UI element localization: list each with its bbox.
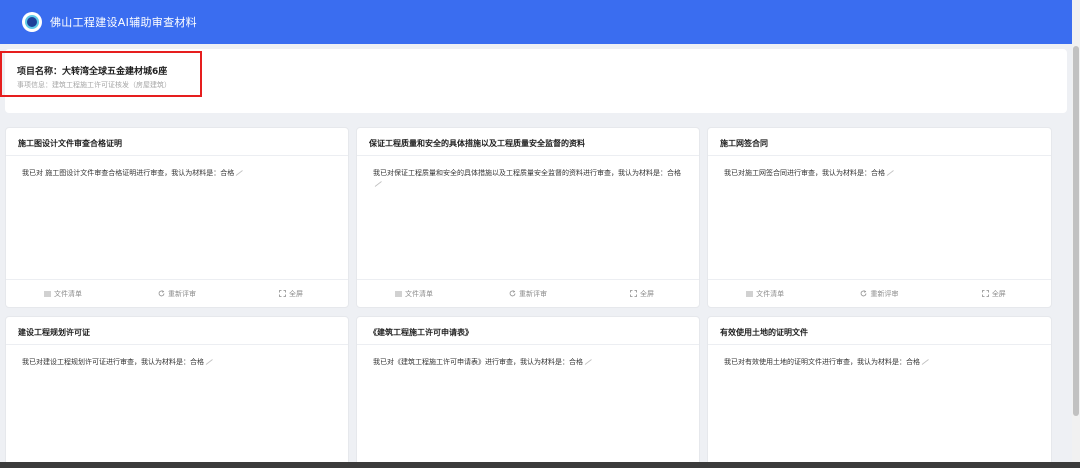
scrollbar-thumb[interactable] xyxy=(1073,46,1079,416)
fullscreen-icon xyxy=(279,290,286,297)
refresh-icon xyxy=(509,290,516,297)
card-title: 保证工程质量和安全的具体措施以及工程质量安全监督的资料 xyxy=(369,139,585,148)
divider xyxy=(357,344,699,345)
review-card: 建设工程规划许可证 我已对建设工程规划许可证进行审查，我认为材料是：合格 xyxy=(5,316,349,468)
list-icon xyxy=(746,291,754,296)
divider xyxy=(708,344,1051,345)
divider xyxy=(708,155,1051,156)
bottom-edge xyxy=(0,462,1080,468)
card-title: 有效使用土地的证明文件 xyxy=(720,328,808,337)
card-footer: 文件清单 重新评审 全屏 xyxy=(6,279,348,307)
app-title: 佛山工程建设AI辅助审查材料 xyxy=(50,16,197,29)
re-review-button[interactable]: 重新评审 xyxy=(120,289,234,299)
list-icon xyxy=(395,291,402,296)
review-result-text: 我已对施工网签合同进行审查，我认为材料是：合格 xyxy=(724,168,1039,179)
fullscreen-button[interactable]: 全屏 xyxy=(585,289,699,299)
divider xyxy=(6,344,348,345)
edit-icon[interactable] xyxy=(584,359,592,365)
edit-icon[interactable] xyxy=(886,170,894,176)
edit-icon[interactable] xyxy=(205,359,213,365)
card-title: 施工网签合同 xyxy=(720,139,768,148)
review-card: 有效使用土地的证明文件 我已对有效使用土地的证明文件进行审查，我认为材料是：合格 xyxy=(707,316,1052,468)
edit-icon[interactable] xyxy=(374,181,382,187)
re-review-button[interactable]: 重新评审 xyxy=(471,289,585,299)
fullscreen-icon xyxy=(981,290,989,297)
fullscreen-button[interactable]: 全屏 xyxy=(937,289,1051,299)
fullscreen-button[interactable]: 全屏 xyxy=(234,289,348,299)
app-header: 佛山工程建设AI辅助审查材料 xyxy=(0,0,1072,44)
card-title: 《建筑工程施工许可申请表》 xyxy=(369,328,473,337)
review-result-text: 我已对建设工程规划许可证进行审查，我认为材料是：合格 xyxy=(22,357,336,368)
fullscreen-icon xyxy=(630,290,637,297)
file-list-button[interactable]: 文件清单 xyxy=(708,289,822,299)
review-result-text: 我已对《建筑工程施工许可申请表》进行审查，我认为材料是：合格 xyxy=(373,357,687,368)
re-review-button[interactable]: 重新评审 xyxy=(822,289,936,299)
list-icon xyxy=(44,291,51,296)
file-list-button[interactable]: 文件清单 xyxy=(357,289,471,299)
app-logo-icon xyxy=(22,12,42,32)
review-card: 《建筑工程施工许可申请表》 我已对《建筑工程施工许可申请表》进行审查，我认为材料… xyxy=(356,316,700,468)
highlight-box xyxy=(0,51,202,97)
file-list-button[interactable]: 文件清单 xyxy=(6,289,120,299)
card-footer: 文件清单 重新评审 全屏 xyxy=(708,279,1051,307)
edit-icon[interactable] xyxy=(235,170,243,176)
divider xyxy=(357,155,699,156)
card-footer: 文件清单 重新评审 全屏 xyxy=(357,279,699,307)
vertical-scrollbar[interactable] xyxy=(1072,0,1080,462)
card-title: 施工图设计文件审查合格证明 xyxy=(18,139,122,148)
edit-icon[interactable] xyxy=(921,359,929,365)
review-card: 施工图设计文件审查合格证明 我已对 施工图设计文件审查合格证明进行审查，我认为材… xyxy=(5,127,349,308)
review-result-text: 我已对 施工图设计文件审查合格证明进行审查，我认为材料是：合格 xyxy=(22,168,336,179)
review-result-text: 我已对有效使用土地的证明文件进行审查，我认为材料是：合格 xyxy=(724,357,1039,368)
review-card: 施工网签合同 我已对施工网签合同进行审查，我认为材料是：合格 文件清单 重新评审… xyxy=(707,127,1052,308)
refresh-icon xyxy=(158,290,165,297)
refresh-icon xyxy=(861,290,867,297)
divider xyxy=(6,155,348,156)
review-result-text: 我已对保证工程质量和安全的具体措施以及工程质量安全监督的资料进行审查，我认为材料… xyxy=(373,168,687,190)
review-card: 保证工程质量和安全的具体措施以及工程质量安全监督的资料 我已对保证工程质量和安全… xyxy=(356,127,700,308)
card-title: 建设工程规划许可证 xyxy=(18,328,90,337)
